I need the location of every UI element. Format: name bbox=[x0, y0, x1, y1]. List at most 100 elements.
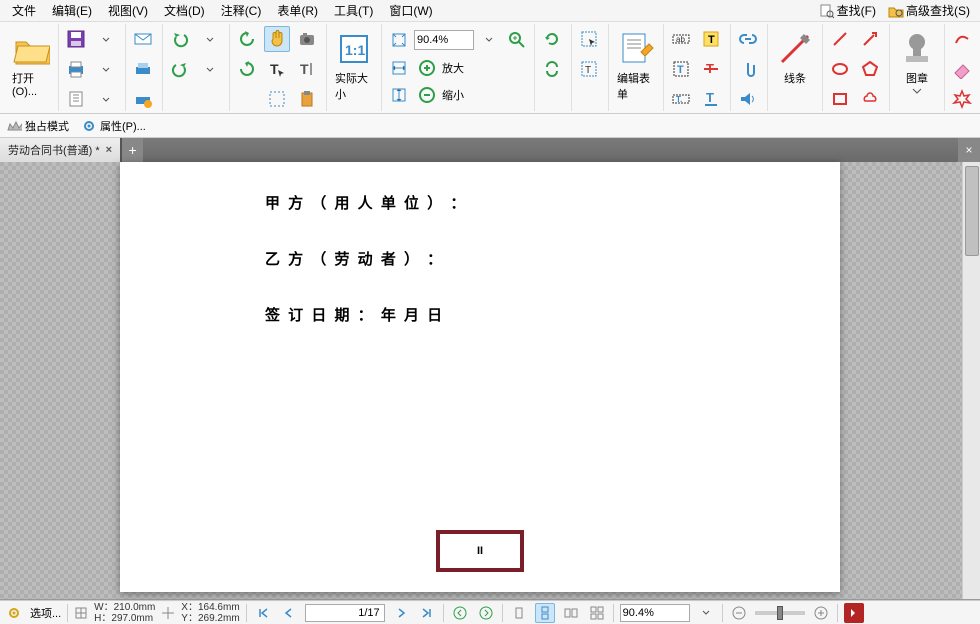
checkbox-field-button[interactable]: T bbox=[668, 56, 694, 82]
snapshot-button[interactable] bbox=[294, 26, 320, 52]
new-tab-button[interactable]: + bbox=[121, 138, 143, 162]
document-viewport[interactable]: 甲 方 （ 用 人 单 位 ） ： 乙 方 （ 劳 动 者 ） ： 签 订 日 … bbox=[0, 162, 980, 600]
fit-width-button[interactable] bbox=[386, 55, 412, 81]
zoom-input[interactable] bbox=[414, 30, 474, 50]
rect-shape-button[interactable] bbox=[827, 86, 853, 112]
open-button[interactable]: 打开(O)... bbox=[8, 26, 54, 102]
stamp-label: 图章 bbox=[906, 70, 928, 86]
button-field-button[interactable]: T. bbox=[668, 86, 694, 112]
fit-page-button[interactable] bbox=[386, 27, 412, 53]
ellipse-shape-button[interactable] bbox=[827, 56, 853, 82]
two-page-continuous-button[interactable] bbox=[587, 603, 607, 623]
rotate-cw-button[interactable] bbox=[234, 56, 260, 82]
save-button[interactable] bbox=[63, 26, 89, 52]
select-tool-button[interactable]: T bbox=[264, 56, 290, 82]
last-page-button[interactable] bbox=[417, 603, 437, 623]
prev-page-button[interactable] bbox=[279, 603, 299, 623]
print-button[interactable] bbox=[63, 56, 89, 82]
next-page-button[interactable] bbox=[391, 603, 411, 623]
sound-button[interactable] bbox=[735, 86, 761, 112]
zoom-marquee-button[interactable] bbox=[504, 27, 530, 53]
menu-edit[interactable]: 编辑(E) bbox=[44, 0, 100, 21]
two-page-view-button[interactable] bbox=[561, 603, 581, 623]
group-zoom: 放大 缩小 bbox=[382, 24, 535, 111]
burst-shape-button[interactable] bbox=[949, 86, 975, 112]
zoom-out-status-button[interactable] bbox=[729, 603, 749, 623]
export-dropdown[interactable] bbox=[93, 86, 119, 112]
export-button[interactable] bbox=[63, 86, 89, 112]
hand-tool-button[interactable] bbox=[264, 26, 290, 52]
link-button[interactable] bbox=[735, 26, 761, 52]
menu-tools[interactable]: 工具(T) bbox=[326, 0, 381, 21]
edit-form-button[interactable]: 编辑表单 bbox=[613, 26, 659, 106]
options-gear-button[interactable] bbox=[4, 603, 24, 623]
folder-search-icon bbox=[888, 3, 904, 19]
scrollbar-thumb[interactable] bbox=[965, 166, 979, 256]
find-button[interactable]: 查找(F) bbox=[813, 0, 882, 21]
eraser-button[interactable] bbox=[949, 56, 975, 82]
cloud-shape-button[interactable] bbox=[857, 86, 883, 112]
undo-dropdown[interactable] bbox=[197, 26, 223, 52]
nav-back-button[interactable] bbox=[450, 603, 470, 623]
undo-button[interactable] bbox=[167, 26, 193, 52]
zoom-dropdown[interactable] bbox=[476, 27, 502, 53]
zoom-select[interactable] bbox=[620, 604, 690, 622]
pdf-icon-button[interactable] bbox=[844, 603, 864, 623]
rotate-ccw-button[interactable] bbox=[234, 26, 260, 52]
text-select-button[interactable]: T bbox=[294, 56, 320, 82]
clipboard-button[interactable] bbox=[294, 86, 320, 112]
x-value: X：164.6mm bbox=[181, 602, 239, 613]
menu-forms[interactable]: 表单(R) bbox=[269, 0, 326, 21]
fit-height-button[interactable] bbox=[386, 82, 412, 108]
highlight-field-button[interactable]: T bbox=[698, 26, 724, 52]
first-page-button[interactable] bbox=[253, 603, 273, 623]
menu-annotate[interactable]: 注释(C) bbox=[213, 0, 270, 21]
tab-close-button[interactable]: × bbox=[106, 144, 112, 156]
scan-button[interactable] bbox=[130, 56, 156, 82]
close-all-tabs-button[interactable]: × bbox=[958, 138, 980, 162]
menu-window[interactable]: 窗口(W) bbox=[381, 0, 440, 21]
sign-date-line: 签 订 日 期 ： 年 月 日 bbox=[265, 304, 695, 328]
properties-button[interactable]: 属性(P)... bbox=[81, 118, 146, 134]
document-tab[interactable]: 劳动合同书(普通) * × bbox=[0, 138, 121, 162]
zoom-out-button[interactable] bbox=[414, 82, 440, 108]
zoom-in-status-button[interactable] bbox=[811, 603, 831, 623]
attachment-button[interactable] bbox=[735, 56, 761, 82]
print-dropdown[interactable] bbox=[93, 56, 119, 82]
form-text-select[interactable]: T bbox=[576, 56, 602, 82]
menu-document[interactable]: 文档(D) bbox=[156, 0, 213, 21]
zoom-slider-knob[interactable] bbox=[777, 606, 783, 620]
menu-view[interactable]: 视图(V) bbox=[100, 0, 156, 21]
zoom-select-dropdown[interactable] bbox=[696, 603, 716, 623]
scan-settings-button[interactable] bbox=[130, 86, 156, 112]
redo-button[interactable] bbox=[167, 56, 193, 82]
lines-button[interactable]: 线条 bbox=[772, 26, 818, 90]
strikeout-button[interactable]: T bbox=[698, 56, 724, 82]
zoom-slider[interactable] bbox=[755, 611, 805, 615]
refresh-all-button[interactable] bbox=[539, 56, 565, 82]
free-draw-button[interactable] bbox=[949, 26, 975, 52]
vertical-scrollbar[interactable] bbox=[962, 162, 980, 599]
redo-dropdown[interactable] bbox=[197, 56, 223, 82]
email-button[interactable] bbox=[130, 26, 156, 52]
advanced-find-button[interactable]: 高级查找(S) bbox=[882, 0, 976, 21]
menu-file[interactable]: 文件 bbox=[4, 0, 44, 21]
form-select-icon[interactable] bbox=[576, 26, 602, 52]
save-dropdown[interactable] bbox=[93, 26, 119, 52]
refresh-button[interactable] bbox=[539, 26, 565, 52]
underline-button[interactable]: T bbox=[698, 86, 724, 112]
text-field-button[interactable]: ab bbox=[668, 26, 694, 52]
marquee-select-button[interactable] bbox=[264, 86, 290, 112]
options-label[interactable]: 选项... bbox=[30, 605, 61, 621]
page-number-input[interactable] bbox=[305, 604, 385, 622]
actual-size-button[interactable]: 1:1 实际大小 bbox=[331, 26, 377, 106]
exclusive-mode-button[interactable]: 独占模式 bbox=[6, 118, 69, 134]
continuous-view-button[interactable] bbox=[535, 603, 555, 623]
single-page-view-button[interactable] bbox=[509, 603, 529, 623]
stamp-button[interactable]: 图章 bbox=[894, 26, 940, 98]
nav-forward-button[interactable] bbox=[476, 603, 496, 623]
line-shape-button[interactable] bbox=[827, 26, 853, 52]
zoom-in-button[interactable] bbox=[414, 55, 440, 81]
arrow-shape-button[interactable] bbox=[857, 26, 883, 52]
polygon-shape-button[interactable] bbox=[857, 56, 883, 82]
